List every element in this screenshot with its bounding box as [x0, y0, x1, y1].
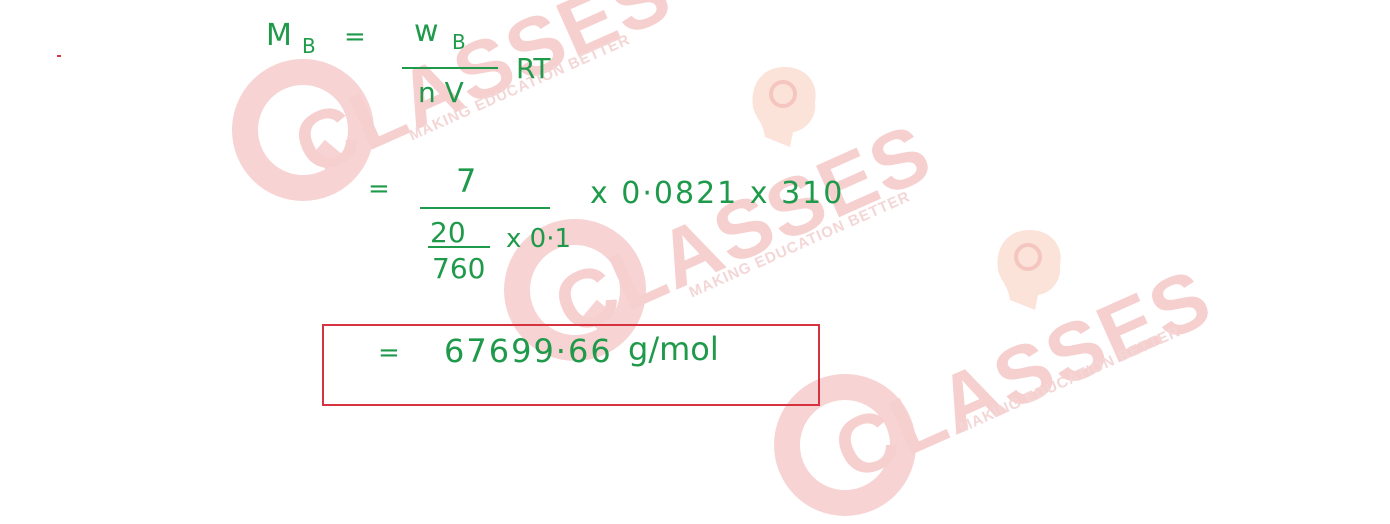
watermark-text-1: CLASSES — [281, 0, 685, 194]
watermark-text-2: CLASSES — [541, 106, 945, 354]
formula-numerator: w — [414, 14, 439, 49]
watermark-logo-1 — [228, 55, 378, 209]
substitution-inner-denominator: 760 — [432, 252, 486, 285]
substitution-inner-numerator: 20 — [430, 216, 466, 249]
formula-numerator-subscript: B — [452, 30, 466, 54]
result-equals: = — [378, 338, 400, 368]
watermark-head-icon-2 — [990, 225, 1070, 319]
substitution-inner-factor: x 0·1 — [506, 224, 571, 254]
formula-lhs-subscript: B — [302, 34, 316, 58]
substitution-numerator: 7 — [456, 162, 477, 200]
result-unit: g/mol — [628, 330, 719, 368]
red-mark — [57, 55, 61, 57]
substitution-equals: = — [368, 174, 390, 204]
formula-lhs: M — [266, 18, 292, 53]
result-value: 67699·66 — [444, 332, 613, 370]
watermark-tagline-3: MAKING EDUCATION BETTER — [956, 323, 1183, 437]
formula-equals: = — [344, 22, 366, 52]
substitution-fraction-bar — [420, 207, 550, 209]
formula-factor: RT — [516, 52, 551, 85]
formula-fraction-bar — [402, 67, 498, 69]
formula-denominator: n V — [418, 76, 464, 109]
watermark-text-3: CLASSES — [821, 251, 1225, 499]
watermark-head-icon-1 — [745, 62, 825, 156]
substitution-tail: x 0·0821 x 310 — [590, 176, 845, 211]
substitution-inner-fraction-bar — [428, 246, 490, 248]
